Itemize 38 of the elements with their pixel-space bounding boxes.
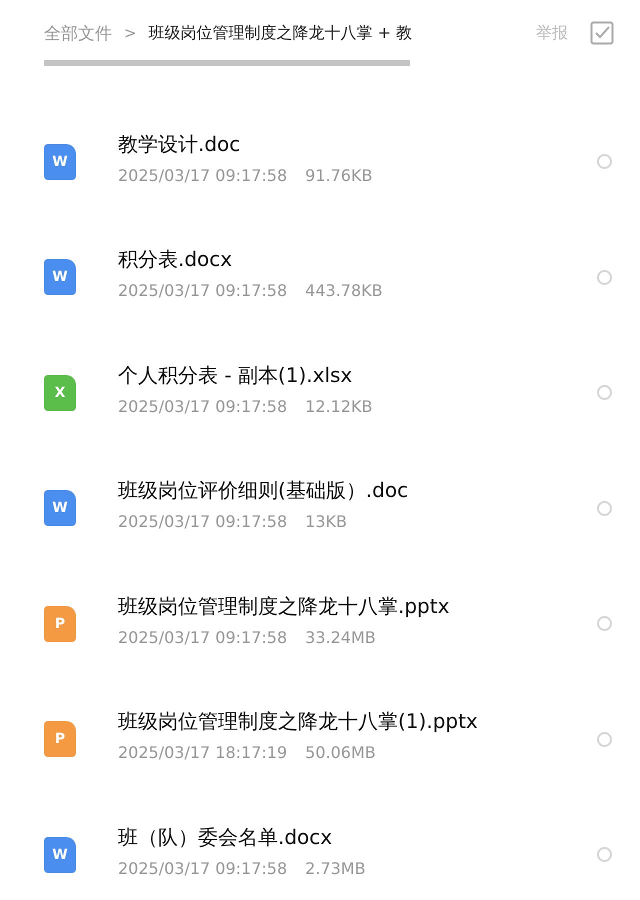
file-date: 2025/03/17 18:17:19 <box>118 743 288 762</box>
file-type-icon: W <box>44 259 76 296</box>
file-size: 50.06MB <box>305 743 376 762</box>
file-size: 13KB <box>305 512 347 532</box>
select-radio[interactable] <box>597 500 612 516</box>
file-name[interactable]: 班级岗位管理制度之降龙十八掌.pptx <box>118 592 597 620</box>
file-date: 2025/03/17 09:17:58 <box>118 512 288 532</box>
file-name[interactable]: 班（队）委会名单.docx <box>118 824 597 851</box>
select-radio[interactable] <box>597 385 612 400</box>
file-name[interactable]: 积分表.docx <box>118 246 597 274</box>
file-type-icon: P <box>44 721 76 758</box>
select-radio[interactable] <box>597 616 612 632</box>
file-type-icon: X <box>44 374 76 411</box>
select-radio[interactable] <box>597 270 612 285</box>
file-type-icon: W <box>44 144 76 180</box>
select-radio[interactable] <box>597 732 612 747</box>
breadcrumb-current: 班级岗位管理制度之降龙十八掌 + 教 <box>148 22 412 44</box>
file-name[interactable]: 个人积分表 - 副本(1).xlsx <box>118 362 597 389</box>
select-radio[interactable] <box>597 154 612 170</box>
file-type-icon: W <box>44 836 76 873</box>
file-date: 2025/03/17 09:17:58 <box>118 166 288 185</box>
select-radio[interactable] <box>597 847 612 862</box>
file-size: 91.76KB <box>305 166 372 185</box>
file-name[interactable]: 班级岗位评价细则(基础版）.doc <box>118 477 597 504</box>
file-size: 33.24MB <box>305 628 376 647</box>
file-size: 2.73MB <box>305 858 366 878</box>
file-type-icon: P <box>44 606 76 642</box>
file-date: 2025/03/17 09:17:58 <box>118 858 288 878</box>
file-name[interactable]: 班级岗位管理制度之降龙十八掌(1).pptx <box>118 708 597 736</box>
file-size: 443.78KB <box>305 281 383 300</box>
file-date: 2025/03/17 09:17:58 <box>118 281 288 300</box>
file-date: 2025/03/17 09:17:58 <box>118 396 288 416</box>
file-type-icon: W <box>44 490 76 526</box>
file-size: 12.12KB <box>305 396 372 416</box>
breadcrumb-separator: > <box>124 24 137 42</box>
file-name[interactable]: 教学设计.doc <box>118 130 597 158</box>
file-date: 2025/03/17 09:17:58 <box>118 628 288 647</box>
checkbox-icon[interactable] <box>590 21 614 45</box>
